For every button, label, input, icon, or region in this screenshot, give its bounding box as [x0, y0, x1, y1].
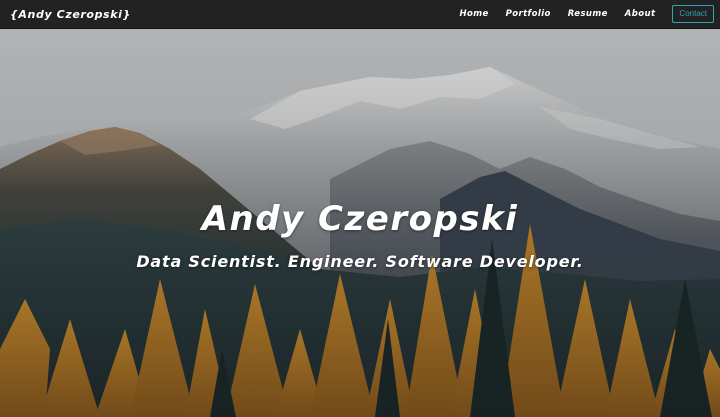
brand-link[interactable]: {Andy Czeropski}: [10, 8, 131, 21]
hero-title: Andy Czeropski: [201, 199, 519, 239]
nav-link-portfolio[interactable]: Portfolio: [506, 9, 551, 19]
navbar: {Andy Czeropski} Home Portfolio Resume A…: [0, 0, 720, 29]
page: {Andy Czeropski} Home Portfolio Resume A…: [0, 0, 720, 417]
nav-link-about[interactable]: About: [625, 9, 656, 19]
hero-subtitle: Data Scientist. Engineer. Software Devel…: [136, 252, 584, 271]
contact-button[interactable]: Contact: [672, 5, 714, 23]
nav-links: Home Portfolio Resume About Contact: [459, 5, 714, 23]
nav-link-resume[interactable]: Resume: [568, 9, 608, 19]
hero-section: Andy Czeropski Data Scientist. Engineer.…: [0, 29, 720, 417]
nav-link-home[interactable]: Home: [459, 9, 488, 19]
